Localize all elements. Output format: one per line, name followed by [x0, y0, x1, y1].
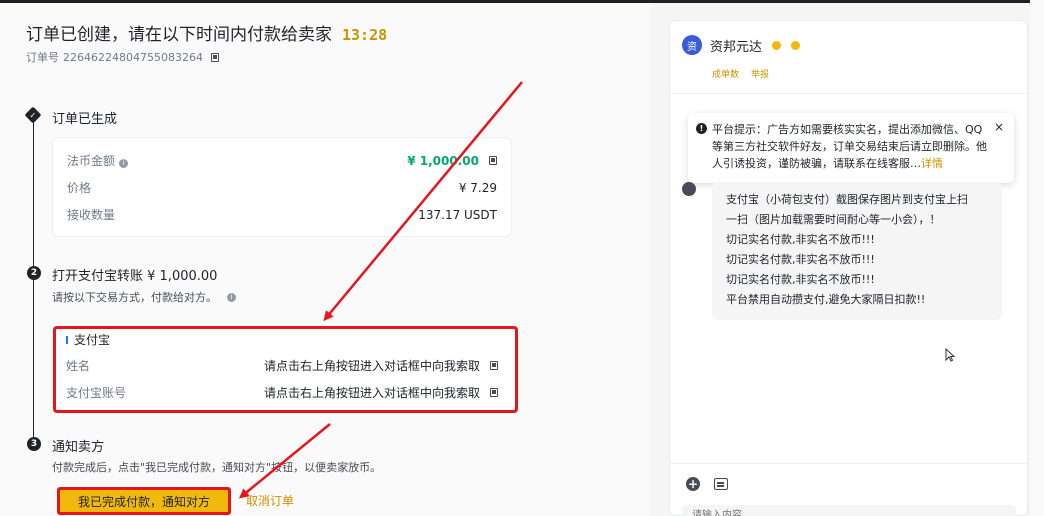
close-icon[interactable]: × [994, 119, 1004, 136]
copy-icon[interactable] [490, 388, 498, 397]
order-number-label: 订单号 [26, 51, 59, 64]
alipay-account-value: 请点击右上角按钮进入对话框中向我索取 [263, 386, 480, 400]
step-2-title: 打开支付宝转账 ¥ 1,000.00 [52, 269, 218, 284]
confirm-payment-button[interactable]: 我已完成付款，通知对方 [57, 487, 231, 515]
notice-details-link[interactable]: 详情 [921, 157, 943, 170]
plus-icon[interactable]: + [686, 477, 700, 491]
message-line: 平台禁用自动攒支付,避免大家隔日扣款!! [726, 293, 926, 306]
quantity-value: 137.17 USDT [418, 207, 497, 222]
chat-panel: 资 资邦元达 成单数 举报 ! × 平台提示：广告方如需要核实实名，提出添加微信… [669, 20, 1028, 516]
chat-header: 资 资邦元达 [682, 35, 801, 55]
price-value: ¥ 7.29 [458, 180, 497, 195]
merchant-badge-icon [791, 40, 801, 50]
quantity-label: 接收数量 [67, 208, 116, 222]
row-alipay-account: 支付宝账号 请点击右上角按钮进入对话框中向我索取 [66, 384, 498, 401]
info-icon[interactable]: i [119, 159, 129, 168]
verified-badge-icon [772, 40, 782, 50]
avatar: 资 [682, 35, 702, 55]
message-line: 切记实名付款,非实名不放币!!! [726, 273, 875, 286]
mouse-cursor-icon [945, 348, 955, 362]
row-price: 价格 ¥ 7.29 [67, 179, 497, 196]
page-title: 订单已创建，请在以下时间内付款给卖家 [26, 25, 332, 45]
cancel-order-link[interactable]: 取消订单 [246, 492, 294, 509]
platform-notice: ! × 平台提示：广告方如需要核实实名，提出添加微信、QQ等第三方社交软件好友，… [688, 113, 1014, 183]
notice-text: 平台提示：广告方如需要核实实名，提出添加微信、QQ等第三方社交软件好友，订单交易… [712, 123, 987, 170]
row-payee-name: 姓名 请点击右上角按钮进入对话框中向我索取 [66, 357, 498, 374]
scrollbar-track[interactable] [1030, 0, 1044, 516]
step-2-number: 2 [27, 266, 41, 280]
step-1-title: 订单已生成 [52, 112, 118, 127]
copy-icon[interactable] [490, 361, 498, 370]
step-2-subtitle: 请按以下交易方式，付款给对方。 i [52, 289, 236, 305]
chat-toolbar: + [686, 477, 728, 491]
info-icon[interactable]: i [227, 292, 236, 302]
merchant-links: 成单数 举报 [712, 67, 769, 80]
orders-link[interactable]: 成单数 [712, 67, 739, 80]
payment-method-name: 支付宝 [66, 331, 110, 348]
copy-icon[interactable] [489, 156, 497, 165]
message-line: 切记实名付款,非实名不放币!!! [726, 253, 875, 266]
copy-icon[interactable] [210, 52, 219, 62]
order-number-value: 22646224804755083264 [63, 50, 203, 64]
fiat-amount-label: 法币金额 [67, 154, 116, 168]
step-3-subtitle: 付款完成后，点击"我已完成付款，通知对方"按钮，以便卖家放币。 [52, 461, 382, 474]
quick-reply-icon[interactable] [714, 478, 728, 490]
order-summary-card: 法币金额 i ¥ 1,000.00 价格 ¥ 7.29 接收数量 137.17 U… [52, 137, 512, 237]
step-timeline [33, 116, 34, 446]
divider [670, 463, 1027, 464]
warning-icon: ! [696, 123, 707, 134]
divider [670, 93, 1027, 94]
step-3-number: 3 [27, 437, 41, 451]
payee-name-value: 请点击右上角按钮进入对话框中向我索取 [263, 359, 480, 373]
alipay-account-label: 支付宝账号 [66, 386, 127, 400]
merchant-name[interactable]: 资邦元达 [710, 36, 762, 55]
chat-input[interactable] [682, 505, 1016, 516]
message-line: 支付宝（小荷包支付）截图保存图片到支付宝上扫 [726, 193, 968, 206]
row-fiat-amount: 法币金额 i ¥ 1,000.00 [67, 152, 497, 169]
page-title-row: 订单已创建，请在以下时间内付款给卖家 13:28 [26, 20, 387, 45]
message-avatar [682, 182, 696, 196]
fiat-amount-value: ¥ 1,000.00 [407, 153, 479, 168]
price-label: 价格 [67, 181, 92, 195]
report-link[interactable]: 举报 [751, 67, 769, 80]
payee-name-label: 姓名 [66, 359, 91, 373]
step-3-title: 通知卖方 [52, 440, 105, 455]
row-quantity: 接收数量 137.17 USDT [67, 206, 497, 223]
order-number: 订单号 22646224804755083264 [26, 49, 219, 65]
countdown-timer: 13:28 [342, 26, 388, 44]
chat-message: 支付宝（小荷包支付）截图保存图片到支付宝上扫 一扫（图片加载需要时间耐心等一小会… [712, 182, 1002, 320]
message-line: 一扫（图片加载需要时间耐心等一小会），！ [726, 213, 941, 226]
alipay-marker [66, 335, 68, 344]
message-line: 切记实名付款,非实名不放币!!! [726, 233, 875, 246]
